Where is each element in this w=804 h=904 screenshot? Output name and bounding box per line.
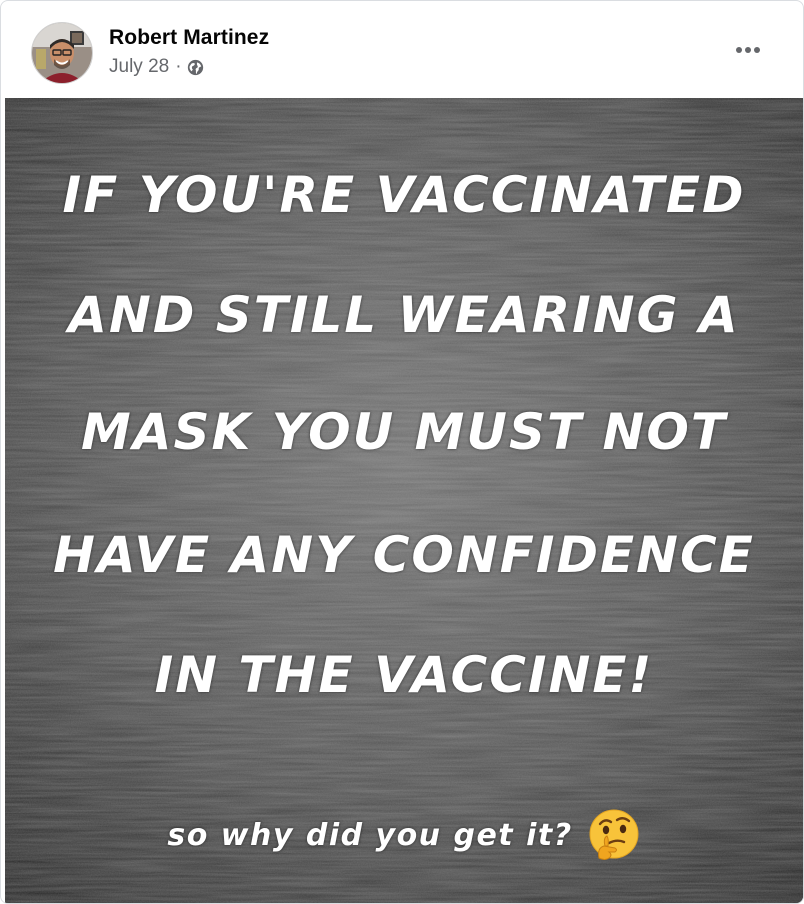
post-image[interactable]: If you're vaccinated and still wearing a… bbox=[5, 98, 803, 903]
more-options-icon bbox=[736, 47, 760, 53]
post-meta: July 28 · bbox=[109, 56, 204, 78]
meme-line-4: have any confidence bbox=[53, 526, 755, 584]
author-name[interactable]: Robert Martinez bbox=[109, 26, 269, 50]
meme-line-3: mask you must not bbox=[81, 403, 727, 461]
post-header: Robert Martinez July 28 · bbox=[1, 1, 803, 98]
thinking-face-emoji bbox=[587, 808, 641, 862]
post-date[interactable]: July 28 bbox=[109, 56, 169, 78]
author-avatar[interactable] bbox=[31, 22, 93, 84]
facebook-post: Robert Martinez July 28 · IF YOU'RE VACC… bbox=[0, 0, 804, 904]
meme-subline-row: so why did you get it? bbox=[5, 808, 803, 862]
meta-separator: · bbox=[175, 56, 182, 77]
more-options-button[interactable] bbox=[725, 31, 771, 69]
meme-subline: so why did you get it? bbox=[167, 817, 573, 853]
meme-line-2: and still wearing a bbox=[68, 286, 740, 344]
avatar-photo bbox=[32, 23, 92, 83]
meme-line-1: If you're vaccinated bbox=[62, 166, 746, 224]
meme-text: If you're vaccinated and still wearing a… bbox=[5, 98, 803, 903]
globe-icon[interactable] bbox=[187, 59, 204, 76]
meme-line-5: in the vaccine! bbox=[154, 646, 654, 704]
